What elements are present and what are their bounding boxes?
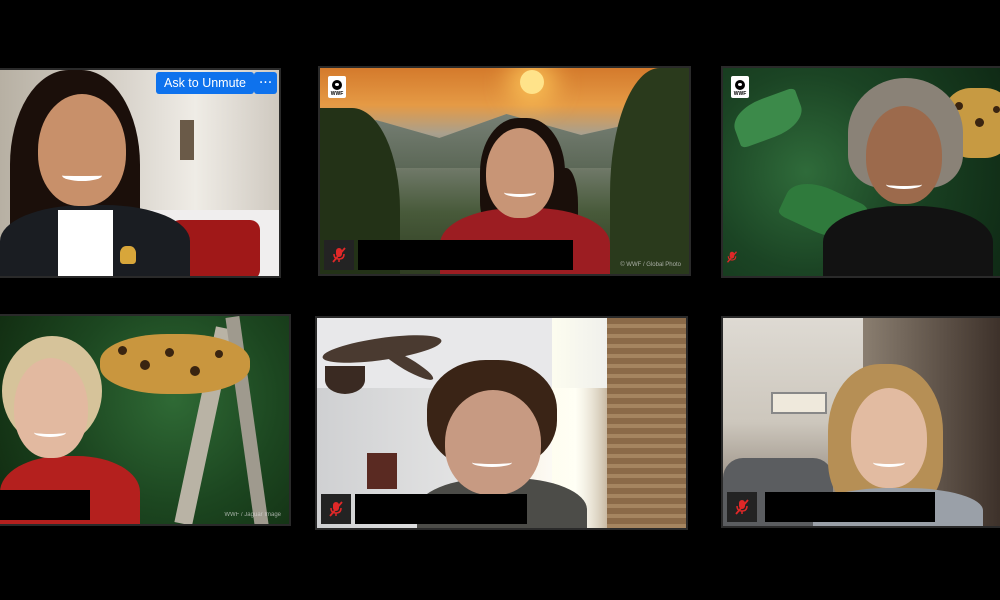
muted-mic-icon — [727, 492, 757, 522]
muted-mic-icon — [723, 242, 741, 272]
video-tile-2[interactable]: WWF © WWF / Global Photo — [318, 66, 691, 276]
photo-credit: WWF / Jaguar Image — [224, 512, 281, 518]
nameplate-6 — [727, 492, 935, 522]
participant-video-3 — [723, 68, 1000, 276]
nameplate-4 — [0, 490, 90, 520]
nameplate-5 — [321, 494, 527, 524]
participant-name-redacted — [765, 492, 935, 522]
participant-name-redacted — [0, 490, 90, 520]
participant-video-1 — [0, 70, 279, 276]
ask-to-unmute-button[interactable]: Ask to Unmute — [156, 72, 254, 94]
participant-name-redacted — [358, 240, 573, 270]
wwf-logo-icon: WWF — [731, 76, 749, 98]
nameplate-3 — [723, 242, 741, 272]
wwf-logo-icon: WWF — [328, 76, 346, 98]
muted-mic-icon — [321, 494, 351, 524]
photo-credit: © WWF / Global Photo — [620, 262, 681, 268]
video-tile-5[interactable] — [315, 316, 688, 530]
nameplate-2 — [324, 240, 573, 270]
video-tile-6[interactable] — [721, 316, 1000, 528]
video-tile-3[interactable]: WWF — [721, 66, 1000, 278]
more-options-button[interactable]: ··· — [254, 72, 277, 94]
participant-name-redacted — [355, 494, 527, 524]
muted-mic-icon — [324, 240, 354, 270]
video-tile-1[interactable]: Ask to Unmute ··· — [0, 68, 281, 278]
video-tile-4[interactable]: WWF / Jaguar Image — [0, 314, 291, 526]
